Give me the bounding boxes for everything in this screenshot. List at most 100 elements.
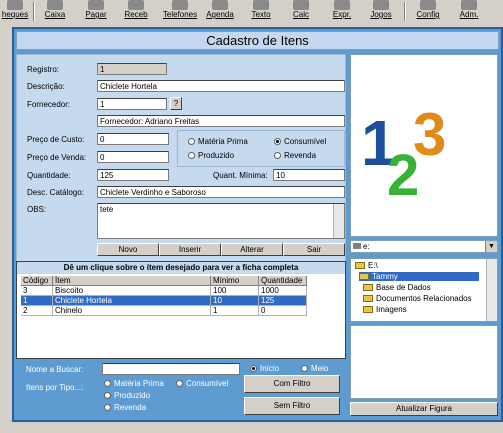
table-row-cell[interactable]: 3 bbox=[21, 286, 53, 296]
table-row-cell[interactable]: 100 bbox=[211, 286, 259, 296]
obs-textarea[interactable]: tete bbox=[97, 203, 345, 239]
table-row-cell[interactable]: Biscoito bbox=[53, 286, 211, 296]
obs-text: tete bbox=[100, 205, 114, 214]
drive-select[interactable]: e: ▼ bbox=[350, 240, 498, 253]
cadastro-window: Cadastro de Itens Registro: 1 Descrição:… bbox=[12, 27, 503, 422]
atualizar-figura-button[interactable]: Atualizar Figura bbox=[350, 402, 498, 416]
radio-icon bbox=[104, 380, 111, 388]
radio-icon bbox=[188, 152, 195, 160]
quant-min-field[interactable]: 10 bbox=[273, 169, 345, 181]
radio-icon bbox=[176, 380, 183, 388]
toolbar-item-calc[interactable]: Calc bbox=[284, 0, 318, 22]
col-header-item[interactable]: Ítem bbox=[53, 276, 211, 286]
venda-label: Preço de Venda: bbox=[27, 153, 87, 162]
folder-item-root[interactable]: E:\ bbox=[355, 261, 378, 270]
table-row-cell-selected[interactable]: 125 bbox=[259, 296, 307, 306]
tipo-revenda-radio[interactable]: Revenda bbox=[274, 151, 316, 160]
folder-item-tammy[interactable]: Tammy bbox=[359, 272, 479, 281]
table-row-cell[interactable]: 1 bbox=[211, 306, 259, 316]
filter-produzido-radio[interactable]: Produzido bbox=[104, 391, 150, 400]
inserir-button[interactable]: Inserir bbox=[159, 243, 221, 256]
radio-icon bbox=[301, 365, 308, 373]
tipo-materia-prima-radio[interactable]: Matéria Prima bbox=[188, 137, 248, 146]
toolbar-item-jogos[interactable]: Jogos bbox=[364, 0, 398, 22]
fornecedor-label: Fornecedor: bbox=[27, 100, 71, 109]
registro-field: 1 bbox=[97, 63, 167, 75]
toolbar-item-receb[interactable]: Receb bbox=[118, 0, 154, 22]
digit-2-graphic: 2 bbox=[387, 143, 419, 208]
table-row-cell-selected[interactable]: Chiclete Hortela bbox=[53, 296, 211, 306]
calendar-icon bbox=[212, 0, 228, 10]
fornecedor-field[interactable]: 1 bbox=[97, 98, 167, 110]
quantidade-field[interactable]: 125 bbox=[97, 169, 169, 181]
quantidade-label: Quantidade: bbox=[27, 171, 71, 180]
descricao-field[interactable]: Chiclete Hortela bbox=[97, 80, 345, 92]
folder-item-documentos[interactable]: Documentos Relacionados bbox=[363, 294, 472, 303]
sem-filtro-button[interactable]: Sem Filtro bbox=[244, 397, 340, 415]
left-strip bbox=[0, 22, 10, 433]
table-row-cell-selected[interactable]: 10 bbox=[211, 296, 259, 306]
toolbar-item-cheques[interactable]: heques bbox=[0, 0, 30, 22]
chevron-down-icon: ▼ bbox=[485, 241, 497, 252]
match-meio-radio[interactable]: Meio bbox=[301, 364, 328, 373]
folder-icon bbox=[363, 295, 373, 303]
table-row-cell[interactable]: 0 bbox=[259, 306, 307, 316]
toolbar-item-pagar[interactable]: Pagar bbox=[78, 0, 114, 22]
search-area: Nome a Buscar: Início Meio Itens por Tip… bbox=[16, 361, 346, 419]
col-header-minimo[interactable]: Mínimo bbox=[211, 276, 259, 286]
table-row-cell-selected[interactable]: 1 bbox=[21, 296, 53, 306]
window-title: Cadastro de Itens bbox=[16, 31, 499, 50]
toolbar-item-config[interactable]: Config bbox=[410, 0, 446, 22]
drive-icon bbox=[353, 243, 361, 249]
filter-revenda-radio[interactable]: Revenda bbox=[104, 403, 146, 412]
radio-icon bbox=[104, 392, 111, 400]
com-filtro-button[interactable]: Com Filtro bbox=[244, 375, 340, 393]
sair-button[interactable]: Sair bbox=[283, 243, 345, 256]
folder-scrollbar[interactable] bbox=[486, 259, 497, 321]
table-row-cell[interactable]: 1000 bbox=[259, 286, 307, 296]
catalogo-field[interactable]: Chiclete Verdinho e Saboroso bbox=[97, 186, 345, 198]
toolbar-item-caixa[interactable]: Caixa bbox=[38, 0, 72, 22]
toolbar-item-telefones[interactable]: Telefones bbox=[160, 0, 200, 22]
table-row-cell[interactable]: Chinelo bbox=[53, 306, 211, 316]
radio-icon bbox=[104, 404, 111, 412]
fornecedor-name-field: Fornecedor: Adriano Freitas bbox=[97, 115, 345, 127]
quant-min-label: Quant. Mínima: bbox=[213, 171, 268, 180]
fornecedor-help-button[interactable]: ? bbox=[170, 97, 182, 110]
toolbar-item-adm[interactable]: Adm. bbox=[452, 0, 486, 22]
match-inicio-radio[interactable]: Início bbox=[250, 364, 279, 373]
radio-icon bbox=[274, 152, 281, 160]
file-list[interactable] bbox=[350, 325, 498, 399]
folder-list[interactable]: E:\ Tammy Base de Dados Documentos Relac… bbox=[350, 258, 498, 322]
folder-item-imagens[interactable]: Imagens bbox=[363, 305, 407, 314]
novo-button[interactable]: Novo bbox=[97, 243, 159, 256]
expression-icon bbox=[334, 0, 350, 10]
col-header-quantidade[interactable]: Quantidade bbox=[259, 276, 307, 286]
toolbar-item-agenda[interactable]: Agenda bbox=[202, 0, 238, 22]
toolbar-item-expr[interactable]: Expr. bbox=[326, 0, 358, 22]
tipo-consumivel-radio[interactable]: Consumível bbox=[274, 137, 326, 146]
radio-checked-icon bbox=[250, 365, 257, 373]
folder-item-base-de-dados[interactable]: Base de Dados bbox=[363, 283, 431, 292]
nome-buscar-input[interactable] bbox=[102, 363, 240, 375]
venda-field[interactable]: 0 bbox=[97, 151, 169, 163]
config-icon bbox=[420, 0, 436, 10]
alterar-button[interactable]: Alterar bbox=[221, 243, 283, 256]
receive-icon bbox=[128, 0, 144, 10]
folder-icon bbox=[363, 306, 373, 314]
folder-open-icon bbox=[355, 262, 365, 270]
custo-field[interactable]: 0 bbox=[97, 133, 169, 145]
descricao-label: Descrição: bbox=[27, 82, 65, 91]
tipo-produzido-radio[interactable]: Produzido bbox=[188, 151, 234, 160]
obs-scrollbar[interactable] bbox=[333, 204, 344, 238]
toolbar-item-texto[interactable]: Texto bbox=[244, 0, 278, 22]
items-grid: Dê um clique sobre o ítem desejado para … bbox=[16, 261, 346, 359]
calculator-icon bbox=[293, 0, 309, 10]
radio-icon bbox=[188, 138, 195, 146]
filter-materia-prima-radio[interactable]: Matéria Prima bbox=[104, 379, 164, 388]
filter-consumivel-radio[interactable]: Consumível bbox=[176, 379, 228, 388]
phone-icon bbox=[172, 0, 188, 10]
tipo-group: Matéria Prima Consumível Produzido Reven… bbox=[177, 130, 345, 167]
col-header-codigo[interactable]: Código bbox=[21, 276, 53, 286]
table-row-cell[interactable]: 2 bbox=[21, 306, 53, 316]
